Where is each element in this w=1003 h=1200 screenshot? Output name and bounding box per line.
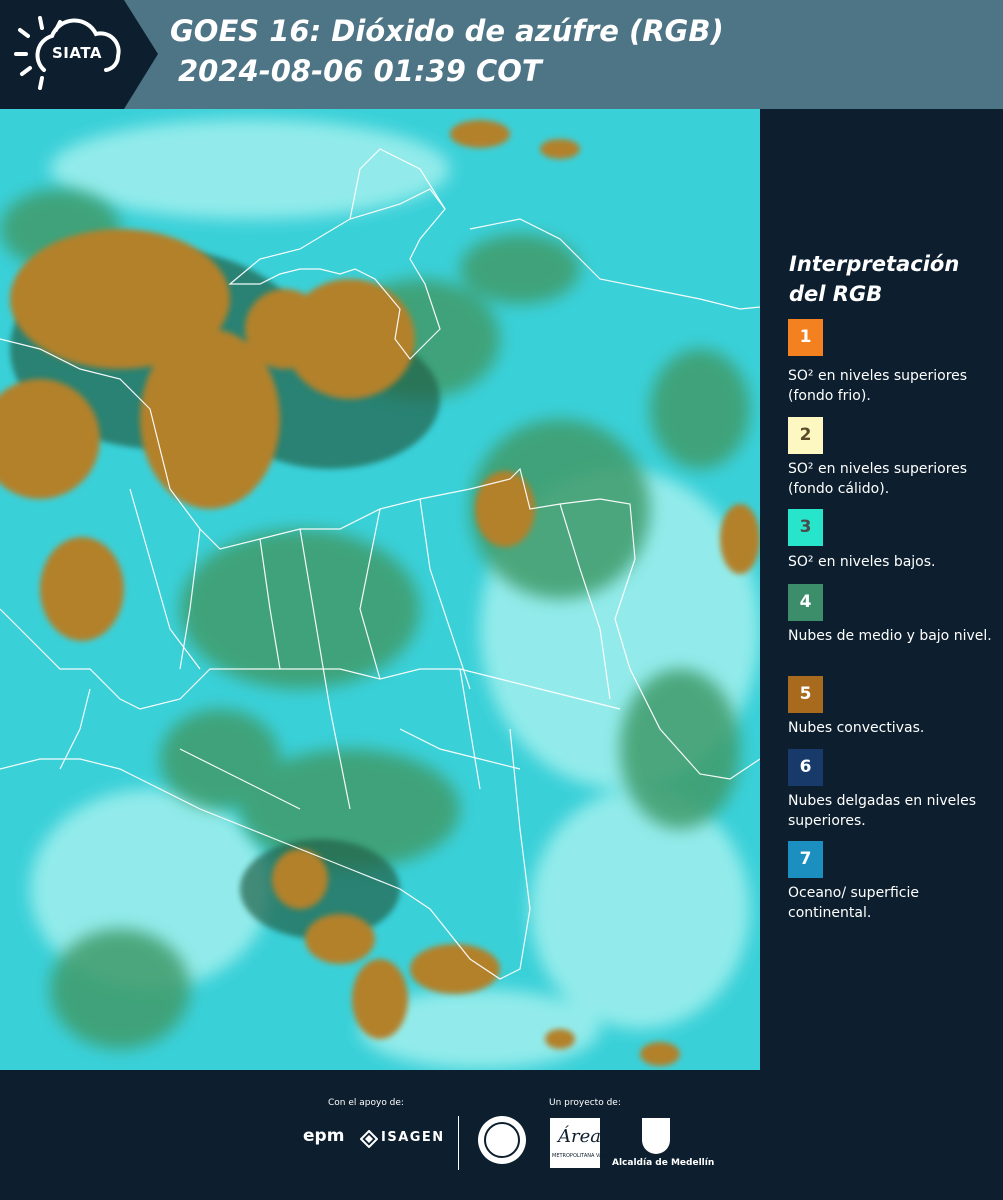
legend-label-1: SO² en niveles superiores (fondo frio). xyxy=(788,368,968,404)
footer: Con el apoyo de: Un proyecto de: epm ISA… xyxy=(0,1070,1003,1200)
amva-text: Área xyxy=(558,1126,601,1147)
legend-swatch-3: 3 xyxy=(788,509,823,546)
legend-swatch-5: 5 xyxy=(788,676,823,713)
area-metropolitana-logo[interactable]: Área METROPOLITANA Valle de Aburrá xyxy=(550,1118,634,1168)
legend-label-7: Oceano/ superficie continental. xyxy=(788,885,919,921)
isagen-logo[interactable]: ISAGEN xyxy=(381,1130,445,1145)
legend-label-5: Nubes convectivas. xyxy=(788,720,925,736)
legend-label-6: Nubes delgadas en niveles superiores. xyxy=(788,793,977,829)
legend-swatch-1: 1 xyxy=(788,319,823,356)
legend-label-4: Nubes de medio y bajo nivel. xyxy=(788,628,992,644)
alcaldia-shield-icon xyxy=(642,1118,670,1154)
legend-swatch-7: 7 xyxy=(788,841,823,878)
legend-swatch-2: 2 xyxy=(788,417,823,454)
legend-title-line1: Interpretación xyxy=(789,252,960,276)
medellin-seal-logo[interactable] xyxy=(478,1116,526,1164)
epm-logo[interactable]: epm xyxy=(303,1126,344,1146)
legend-swatch-6: 6 xyxy=(788,749,823,786)
support-label: Con el apoyo de: xyxy=(328,1098,404,1108)
header-bar: SIATA GOES 16: Dióxido de azúfre (RGB) 2… xyxy=(0,0,1003,109)
legend-panel: Interpretación del RGB 1 SO² en niveles s… xyxy=(760,109,1003,1070)
legend-title: Interpretación del RGB xyxy=(789,249,999,309)
isagen-icon xyxy=(360,1130,378,1148)
legend-label-2: SO² en niveles superiores (fondo cálido)… xyxy=(788,461,968,497)
satellite-map[interactable] xyxy=(0,109,760,1070)
project-label: Un proyecto de: xyxy=(549,1098,621,1108)
alcaldia-logo-text[interactable]: Alcaldía de Medellín xyxy=(612,1158,714,1168)
siata-logo[interactable]: SIATA xyxy=(0,0,158,109)
logo-text: SIATA xyxy=(52,44,103,62)
seal-ring xyxy=(484,1122,520,1158)
satellite-image xyxy=(0,109,760,1070)
legend-label-3: SO² en niveles bajos. xyxy=(788,554,936,570)
page-title: GOES 16: Dióxido de azúfre (RGB) xyxy=(170,14,724,48)
legend-swatch-4: 4 xyxy=(788,584,823,621)
legend-title-line2: del RGB xyxy=(789,282,883,306)
divider xyxy=(458,1116,459,1170)
timestamp: 2024-08-06 01:39 COT xyxy=(178,54,542,88)
